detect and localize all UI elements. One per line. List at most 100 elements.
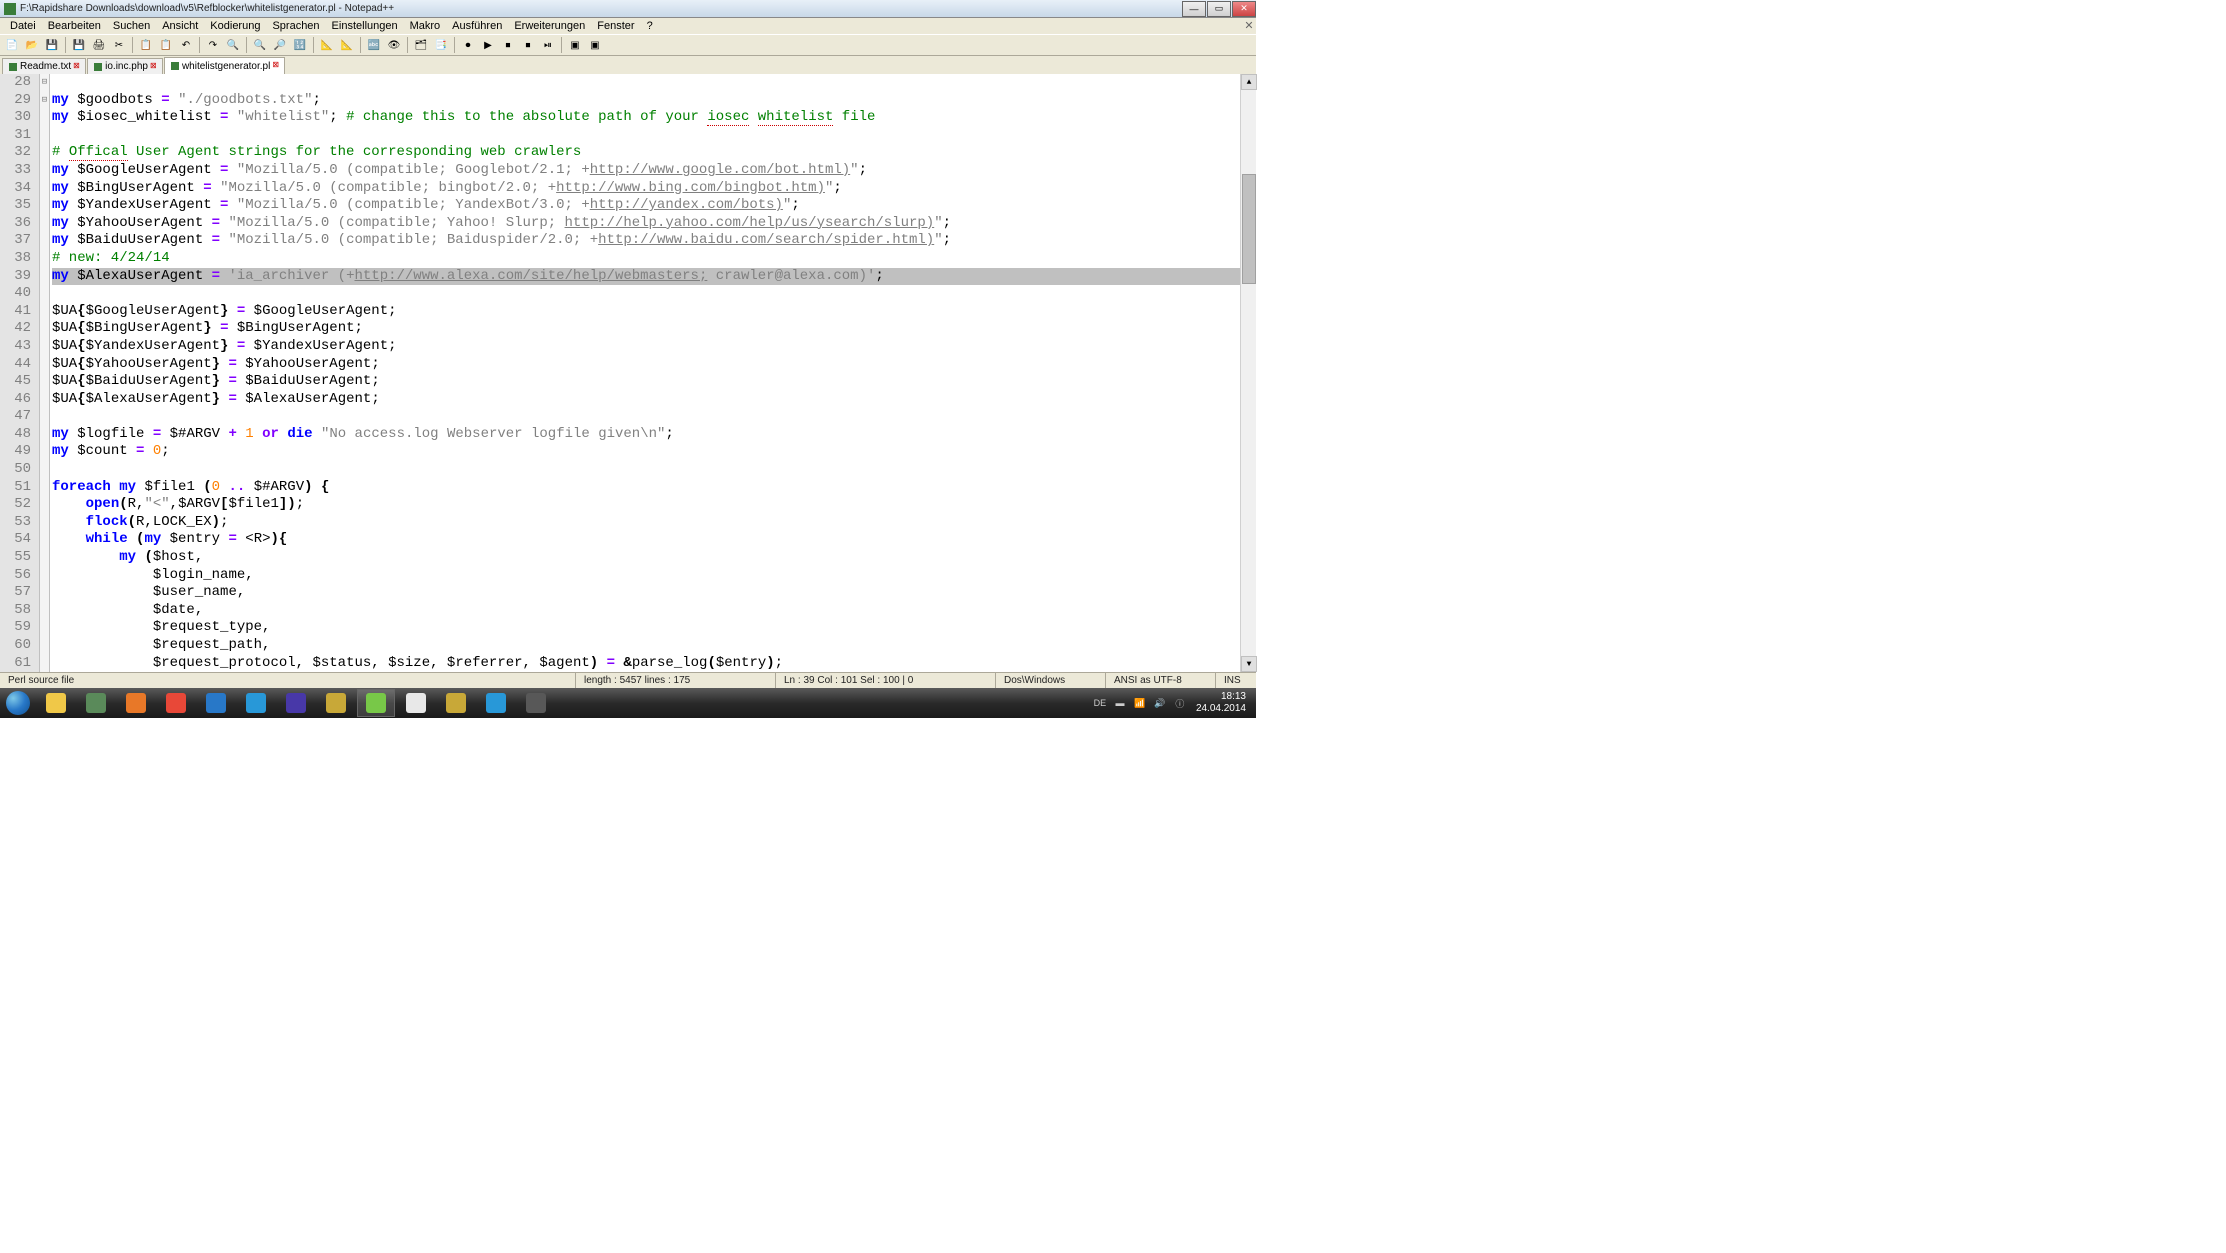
- toolbar-button-13[interactable]: 🔢: [291, 36, 309, 54]
- code-line[interactable]: $date,: [52, 602, 1256, 620]
- line-number[interactable]: 36: [0, 215, 31, 233]
- line-number[interactable]: 28: [0, 74, 31, 92]
- code-line[interactable]: [52, 285, 1256, 303]
- toolbar-button-16[interactable]: 🔤: [365, 36, 383, 54]
- menu-fenster[interactable]: Fenster: [591, 20, 640, 32]
- code-line[interactable]: my $GoogleUserAgent = "Mozilla/5.0 (comp…: [52, 162, 1256, 180]
- line-number[interactable]: 52: [0, 496, 31, 514]
- code-line[interactable]: # Offical User Agent strings for the cor…: [52, 144, 1256, 162]
- code-line[interactable]: foreach my $file1 (0 .. $#ARGV) {: [52, 479, 1256, 497]
- tab-close-icon[interactable]: ⊠: [150, 61, 160, 71]
- menu-?[interactable]: ?: [641, 20, 659, 32]
- taskbar-eclipse[interactable]: [277, 689, 315, 717]
- taskbar-hex[interactable]: [437, 689, 475, 717]
- code-line[interactable]: my $goodbots = "./goodbots.txt";: [52, 92, 1256, 110]
- tab-close-icon[interactable]: ⊠: [272, 60, 282, 70]
- start-button[interactable]: [0, 688, 36, 718]
- line-number[interactable]: 29: [0, 92, 31, 110]
- line-number[interactable]: 57: [0, 584, 31, 602]
- tray-lang-indicator[interactable]: DE: [1092, 695, 1108, 711]
- taskbar-shield[interactable]: [317, 689, 355, 717]
- minimize-button[interactable]: —: [1182, 1, 1206, 17]
- code-line[interactable]: while (my $entry = <R>){: [52, 531, 1256, 549]
- toolbar-button-15[interactable]: 📐: [338, 36, 356, 54]
- code-line[interactable]: my $count = 0;: [52, 443, 1256, 461]
- code-line[interactable]: $UA{$BingUserAgent} = $BingUserAgent;: [52, 320, 1256, 338]
- toolbar-button-19[interactable]: 📑: [432, 36, 450, 54]
- line-number[interactable]: 31: [0, 127, 31, 145]
- toolbar-button-6[interactable]: 📋: [137, 36, 155, 54]
- vertical-scrollbar[interactable]: ▲ ▼: [1240, 74, 1256, 672]
- code-line[interactable]: $request_type,: [52, 619, 1256, 637]
- menu-ansicht[interactable]: Ansicht: [156, 20, 204, 32]
- line-number[interactable]: 45: [0, 373, 31, 391]
- code-line[interactable]: my $logfile = $#ARGV + 1 or die "No acce…: [52, 426, 1256, 444]
- toolbar-button-10[interactable]: 🔍: [224, 36, 242, 54]
- line-number[interactable]: 58: [0, 602, 31, 620]
- scroll-thumb[interactable]: [1242, 174, 1256, 284]
- toolbar-button-26[interactable]: ▣: [586, 36, 604, 54]
- code-line[interactable]: my $YahooUserAgent = "Mozilla/5.0 (compa…: [52, 215, 1256, 233]
- line-number[interactable]: 48: [0, 426, 31, 444]
- code-line[interactable]: my $BingUserAgent = "Mozilla/5.0 (compat…: [52, 180, 1256, 198]
- tray-network-icon[interactable]: 📶: [1132, 695, 1148, 711]
- line-number[interactable]: 37: [0, 232, 31, 250]
- tab-1[interactable]: io.inc.php⊠: [87, 58, 163, 74]
- line-number[interactable]: 47: [0, 408, 31, 426]
- line-number[interactable]: 30: [0, 109, 31, 127]
- line-number[interactable]: 38: [0, 250, 31, 268]
- code-line[interactable]: [52, 74, 1256, 92]
- fold-margin[interactable]: ⊟⊟: [40, 74, 50, 672]
- maximize-button[interactable]: ▭: [1207, 1, 1231, 17]
- menubar-close-button[interactable]: ✕: [1242, 19, 1256, 33]
- code-line[interactable]: my $YandexUserAgent = "Mozilla/5.0 (comp…: [52, 197, 1256, 215]
- code-line[interactable]: my ($host,: [52, 549, 1256, 567]
- tab-0[interactable]: Readme.txt⊠: [2, 58, 86, 74]
- toolbar-button-17[interactable]: 👁: [385, 36, 403, 54]
- toolbar-button-3[interactable]: 💾: [70, 36, 88, 54]
- toolbar-button-24[interactable]: ⏯: [539, 36, 557, 54]
- code-line[interactable]: my $AlexaUserAgent = 'ia_archiver (+http…: [52, 268, 1256, 286]
- toolbar-button-4[interactable]: 🖨: [90, 36, 108, 54]
- toolbar-button-9[interactable]: ↷: [204, 36, 222, 54]
- line-number[interactable]: 61: [0, 655, 31, 673]
- line-number[interactable]: 43: [0, 338, 31, 356]
- toolbar-button-22[interactable]: ⏹: [499, 36, 517, 54]
- toolbar-button-25[interactable]: ▣: [566, 36, 584, 54]
- line-number[interactable]: 33: [0, 162, 31, 180]
- toolbar-button-11[interactable]: 🔍: [251, 36, 269, 54]
- menu-bearbeiten[interactable]: Bearbeiten: [42, 20, 107, 32]
- close-button[interactable]: ✕: [1232, 1, 1256, 17]
- code-line[interactable]: my $iosec_whitelist = "whitelist"; # cha…: [52, 109, 1256, 127]
- line-number[interactable]: 50: [0, 461, 31, 479]
- toolbar-button-1[interactable]: 📂: [23, 36, 41, 54]
- line-number[interactable]: 56: [0, 567, 31, 585]
- line-number[interactable]: 55: [0, 549, 31, 567]
- toolbar-button-21[interactable]: ▶: [479, 36, 497, 54]
- code-line[interactable]: open(R,"<",$ARGV[$file1]);: [52, 496, 1256, 514]
- scroll-down-button[interactable]: ▼: [1241, 656, 1257, 672]
- toolbar-button-23[interactable]: ⏹: [519, 36, 537, 54]
- line-number[interactable]: 54: [0, 531, 31, 549]
- menu-suchen[interactable]: Suchen: [107, 20, 156, 32]
- taskbar-cube[interactable]: [477, 689, 515, 717]
- code-line[interactable]: [52, 127, 1256, 145]
- tray-volume-icon[interactable]: 🔊: [1152, 695, 1168, 711]
- menu-ausführen[interactable]: Ausführen: [446, 20, 508, 32]
- toolbar-button-14[interactable]: 📐: [318, 36, 336, 54]
- taskbar-quicktime[interactable]: [237, 689, 275, 717]
- line-number[interactable]: 35: [0, 197, 31, 215]
- code-line[interactable]: my $BaiduUserAgent = "Mozilla/5.0 (compa…: [52, 232, 1256, 250]
- toolbar-button-20[interactable]: ⏺: [459, 36, 477, 54]
- fold-toggle[interactable]: ⊟: [40, 92, 49, 110]
- line-number[interactable]: 40: [0, 285, 31, 303]
- toolbar-button-0[interactable]: 📄: [3, 36, 21, 54]
- line-number[interactable]: 60: [0, 637, 31, 655]
- toolbar-button-2[interactable]: 💾: [43, 36, 61, 54]
- taskbar-chrome[interactable]: [157, 689, 195, 717]
- line-number[interactable]: 42: [0, 320, 31, 338]
- menu-einstellungen[interactable]: Einstellungen: [326, 20, 404, 32]
- line-number[interactable]: 49: [0, 443, 31, 461]
- tray-info-icon[interactable]: ⓘ: [1172, 695, 1188, 711]
- code-line[interactable]: $UA{$YahooUserAgent} = $YahooUserAgent;: [52, 356, 1256, 374]
